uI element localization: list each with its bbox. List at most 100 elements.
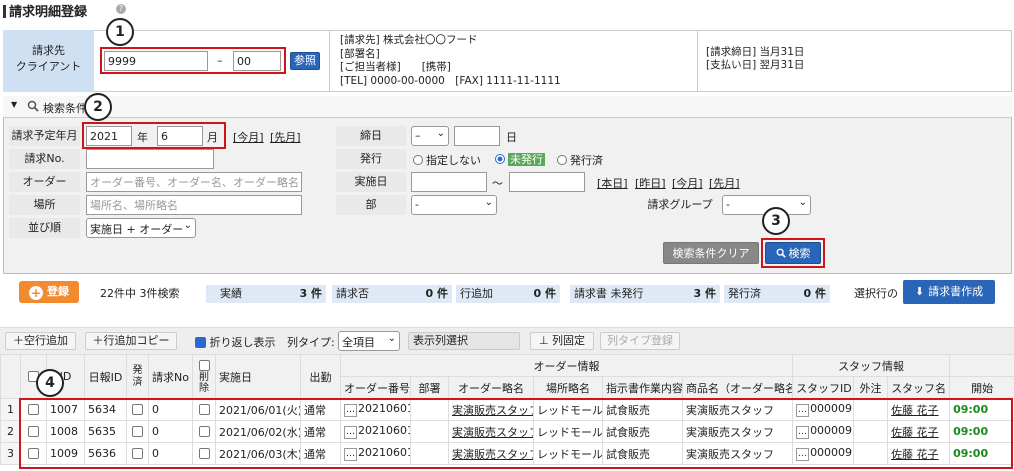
row-number: 3 [0, 442, 21, 465]
grid-group-staff: スタッフ情報 [792, 354, 951, 377]
issue-radio-unissued[interactable]: 未発行 [495, 151, 545, 167]
prev-month-link-2[interactable]: [先月] [709, 175, 740, 191]
sort-label: 並び順 [9, 218, 80, 238]
close-value: – [415, 129, 421, 142]
row-number-text: 3 [7, 447, 14, 460]
copy-row-button[interactable]: ＋行追加コピー [85, 332, 177, 350]
date-from-input[interactable] [411, 172, 487, 192]
clear-search-button[interactable]: 検索条件クリア [663, 242, 759, 264]
radio-icon [557, 155, 567, 165]
result-count: 22件中 3件検索 [100, 287, 180, 300]
pin-icon: ⊥ [538, 334, 553, 347]
row-number-text: 2 [7, 425, 14, 438]
plus-circle-icon: + [29, 286, 43, 300]
plus-icon: ＋ [92, 334, 104, 347]
grid-header: 開始 [949, 376, 1014, 399]
chevron-down-icon: ⌄ [798, 197, 807, 208]
wrap-label: 折り返し表示 [209, 336, 276, 349]
client-ref-button[interactable]: 参照 [290, 52, 320, 70]
place-input[interactable] [86, 195, 302, 215]
caret-down-icon: ▼ [11, 100, 18, 109]
yesterday-link[interactable]: [昨日] [635, 175, 666, 191]
stat-label: 行追加 [460, 287, 493, 300]
order-input[interactable] [86, 172, 302, 192]
grid-header: 場所略名 [533, 376, 603, 399]
group-value: - [726, 198, 730, 211]
client-label: 請求先 クライアント [3, 30, 94, 92]
stat-value: 3 件 [693, 287, 716, 300]
close-unit: 日 [506, 131, 517, 144]
register-col-type-button[interactable]: 列タイプ登録 [600, 332, 680, 350]
help-icon[interactable]: ? [116, 4, 126, 14]
grid-header: 商品名（オーダー略名） [681, 376, 794, 399]
client-info-line: [ご担当者様] [携帯] [340, 61, 451, 73]
grid-group-order: オーダー情報 [339, 354, 794, 377]
grid-header: 請求No [148, 354, 193, 399]
group-label: 請求グループ [647, 198, 713, 211]
radio-checked-icon [495, 154, 505, 164]
checkbox-icon[interactable] [198, 359, 210, 371]
client-label-2: クライアント [15, 60, 82, 73]
chevron-down-icon: ⌄ [436, 128, 445, 139]
grid-header: 日報ID [84, 354, 127, 399]
date-tilde: 〜 [492, 177, 503, 190]
close-day-input[interactable] [454, 126, 500, 146]
grid-header: 出勤 [300, 354, 341, 399]
this-month-link[interactable]: [今月] [233, 129, 264, 145]
issue-opt-label: 指定しない [426, 154, 481, 167]
create-invoice-button[interactable]: ⬇ 請求書作成 [903, 280, 995, 304]
client-info: [請求先] 株式会社〇〇フード [部署名] [ご担当者様] [携帯] [TEL]… [340, 34, 561, 88]
badge-3: 3 [762, 207, 790, 235]
divider [329, 30, 330, 92]
client-label-1: 請求先 [32, 44, 65, 57]
close-select[interactable]: – ⌄ [411, 126, 449, 146]
search-header[interactable]: ▼ 検索条件 [3, 96, 1012, 118]
chevron-down-icon: ⌄ [183, 220, 192, 231]
add-empty-row-button[interactable]: ＋空行追加 [5, 332, 76, 350]
stat-value: 3 件 [299, 287, 322, 300]
grid-header [949, 354, 1014, 377]
pay-date-info: [支払い日] 翌月31日 [706, 59, 805, 71]
row-number: 1 [0, 398, 21, 421]
today-link[interactable]: [本日] [597, 175, 628, 191]
grid-header: スタッフID [792, 376, 855, 399]
chevron-down-icon: ⌄ [387, 333, 396, 344]
highlight-box-2 [82, 122, 226, 149]
grid-header: 外注 [853, 376, 889, 399]
badge-1: 1 [106, 18, 134, 46]
stat-item: 請求否 0 件 [332, 285, 452, 303]
dept-select[interactable]: - ⌄ [411, 195, 497, 215]
freeze-columns-button[interactable]: ⊥ 列固定 [530, 332, 594, 350]
download-icon: ⬇ [914, 285, 925, 298]
this-month-link-2[interactable]: [今月] [672, 175, 703, 191]
add-row-label: 空行追加 [24, 334, 68, 347]
sort-select[interactable]: 実施日 + オーダー ⌄ [86, 218, 196, 238]
year-label: 請求予定年月 [9, 126, 80, 146]
grid-header: スタッフ名 [887, 376, 951, 399]
badge-2: 2 [84, 93, 112, 121]
date-to-input[interactable] [509, 172, 585, 192]
chevron-down-icon: ⌄ [484, 197, 493, 208]
selected-rows-label: 選択行の [854, 287, 898, 300]
radio-icon [413, 155, 423, 165]
select-columns-button[interactable]: 表示列選択 [408, 332, 520, 350]
checkbox-checked-icon [195, 337, 206, 348]
row-number-text: 1 [7, 403, 14, 416]
stat-item: 請求書 未発行 3 件 [570, 285, 720, 303]
issue-radio-none[interactable]: 指定しない [413, 152, 481, 168]
register-button[interactable]: + 登録 [19, 281, 79, 303]
issue-label: 発行 [336, 149, 406, 169]
freeze-label: 列固定 [552, 334, 586, 347]
stat-item: 実績 3 件 [206, 285, 326, 303]
stat-label: 請求否 [336, 287, 369, 300]
col-type-select[interactable]: 全項目 ⌄ [338, 331, 400, 351]
issue-radio-issued[interactable]: 発行済 [557, 152, 603, 168]
invoice-no-input[interactable] [86, 149, 214, 169]
stat-label: 発行済 [728, 287, 761, 300]
prev-month-link[interactable]: [先月] [270, 129, 301, 145]
client-info-line: [TEL] 0000-00-0000 [FAX] 1111-11-1111 [340, 74, 561, 87]
client-info-line: [部署名] [340, 47, 380, 60]
wrap-checkbox[interactable]: 折り返し表示 [195, 334, 276, 350]
register-label: 登録 [47, 285, 69, 298]
col-type-label: 列タイプ: [287, 336, 335, 349]
